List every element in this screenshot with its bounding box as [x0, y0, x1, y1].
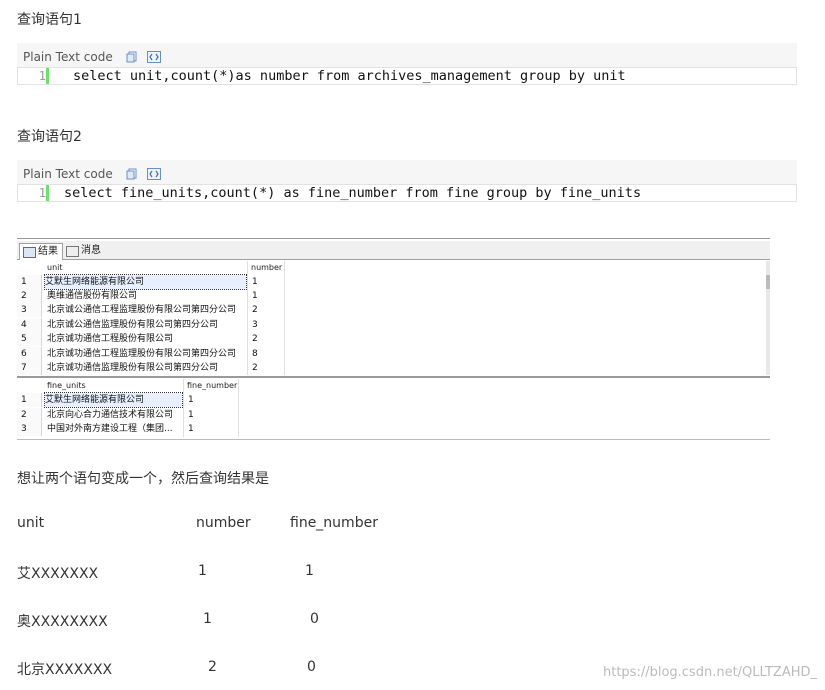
code-toolbar: Plain Text code — [23, 165, 161, 183]
row-number: 4 — [17, 318, 42, 332]
cell-unit[interactable]: 艾默生网络能源有限公司 — [44, 274, 247, 290]
column-header-number: number — [251, 263, 283, 272]
code-line: 1 select unit,count(*)as number from arc… — [17, 67, 797, 85]
table-row[interactable]: 5 北京诚功通信工程股份有限公司 2 — [17, 332, 287, 346]
result-header-fine-number: fine_number — [290, 515, 378, 531]
table-row[interactable]: 1 艾默生网络能源有限公司 1 — [17, 392, 242, 408]
cell-fine-units[interactable]: 艾默生网络能源有限公司 — [44, 392, 183, 408]
result-cell-fine-number: 0 — [310, 611, 319, 627]
row-number: 2 — [17, 289, 42, 303]
cell-unit[interactable]: 北京诚公通信监理股份有限公司第四分公司 — [47, 318, 218, 332]
result-cell-number: 1 — [198, 563, 207, 579]
vertical-scrollbar[interactable] — [766, 261, 770, 375]
cell-unit[interactable]: 北京诚功通信工程股份有限公司 — [47, 332, 173, 346]
scrollbar-thumb[interactable] — [766, 275, 770, 289]
cell-unit[interactable]: 北京诚功通信工程监理股份有限公司第四分公司 — [47, 347, 236, 361]
tab-results[interactable]: 结果 — [19, 243, 63, 260]
table-row[interactable]: 2 北京向心合力通信技术有限公司 1 — [17, 408, 242, 422]
row-number: 7 — [17, 361, 42, 375]
code-line: 1 select fine_units,count(*) as fine_num… — [17, 184, 797, 202]
result-cell-fine-number: 0 — [307, 659, 316, 675]
copy-icon[interactable] — [126, 168, 138, 180]
column-header-fine-number: fine_number — [187, 381, 238, 390]
result-header-unit: unit — [17, 515, 45, 531]
table-row[interactable]: 6 北京诚功通信工程监理股份有限公司第四分公司 8 — [17, 347, 287, 361]
result-header-number: number — [196, 515, 251, 531]
result-cell-unit: 艾XXXXXXX — [17, 566, 99, 582]
table-row[interactable]: 2 奥维通信股份有限公司 1 — [17, 289, 287, 303]
cell-fine-number[interactable]: 1 — [188, 393, 194, 407]
cell-unit[interactable]: 奥维通信股份有限公司 — [47, 289, 137, 303]
code-lang-label: Plain Text code — [23, 50, 113, 64]
cell-number[interactable]: 1 — [252, 275, 258, 289]
heading-query-2: 查询语句2 — [17, 129, 82, 145]
cell-number[interactable]: 2 — [252, 303, 258, 317]
message-icon — [66, 246, 79, 257]
row-number: 1 — [17, 275, 42, 289]
code-text[interactable]: select fine_units,count(*) as fine_numbe… — [64, 185, 641, 201]
grid-splitter[interactable] — [17, 376, 770, 378]
cell-unit[interactable]: 北京诚公通信工程监理股份有限公司第四分公司 — [47, 303, 236, 317]
row-number: 3 — [17, 422, 42, 436]
cell-number[interactable]: 8 — [252, 347, 258, 361]
cell-number[interactable]: 2 — [252, 361, 258, 375]
query-results-screenshot: 结果 消息 unit number 1 艾默生网络能源有限公司 1 2 奥维通信… — [17, 238, 770, 440]
result-cell-unit: 北京XXXXXXX — [17, 662, 113, 678]
cell-unit[interactable]: 北京诚功通信监理股份有限公司第四分公司 — [47, 361, 218, 375]
table-row[interactable]: 4 北京诚公通信监理股份有限公司第四分公司 3 — [17, 318, 287, 332]
cell-number[interactable]: 1 — [252, 289, 258, 303]
result-cell-fine-number: 1 — [305, 563, 314, 579]
table-row[interactable]: 7 北京诚功通信监理股份有限公司第四分公司 2 — [17, 361, 287, 375]
table-row[interactable]: 3 中国对外南方建设工程（集团... 1 — [17, 422, 242, 436]
results-grid-2: fine_units fine_number 1 艾默生网络能源有限公司 1 2… — [17, 379, 770, 437]
column-header-fine-units: fine_units — [47, 381, 86, 390]
result-cell-number: 1 — [203, 611, 212, 627]
row-number: 1 — [17, 393, 42, 407]
results-tab-bar: 结果 消息 — [17, 241, 770, 260]
tab-results-label: 结果 — [38, 246, 58, 257]
grid-icon — [23, 247, 36, 258]
row-number: 5 — [17, 332, 42, 346]
cell-fine-number[interactable]: 1 — [188, 422, 194, 436]
tab-messages-label: 消息 — [81, 245, 101, 256]
tab-messages[interactable]: 消息 — [63, 243, 105, 259]
line-number: 1 — [18, 68, 49, 84]
cell-fine-number[interactable]: 1 — [188, 408, 194, 422]
copy-icon[interactable] — [126, 51, 138, 63]
row-number: 3 — [17, 303, 42, 317]
code-toolbar: Plain Text code — [23, 48, 161, 66]
cell-fine-units[interactable]: 北京向心合力通信技术有限公司 — [47, 408, 173, 422]
view-source-icon[interactable] — [146, 168, 161, 180]
code-block-1: Plain Text code 1 select unit,count(*)as… — [17, 43, 797, 85]
line-number: 1 — [18, 185, 49, 201]
code-text[interactable]: select unit,count(*)as number from archi… — [73, 68, 626, 84]
heading-query-1: 查询语句1 — [17, 12, 82, 28]
table-row[interactable]: 1 艾默生网络能源有限公司 1 — [17, 274, 287, 290]
row-number: 2 — [17, 408, 42, 422]
question-text: 想让两个语句变成一个，然后查询结果是 — [17, 471, 269, 487]
cell-fine-units[interactable]: 中国对外南方建设工程（集团... — [47, 422, 173, 436]
table-row[interactable]: 3 北京诚公通信工程监理股份有限公司第四分公司 2 — [17, 303, 287, 317]
cell-number[interactable]: 2 — [252, 332, 258, 346]
watermark: https://blog.csdn.net/QLLTZAHD_ — [602, 665, 817, 680]
result-cell-unit: 奥XXXXXXXX — [17, 614, 108, 630]
column-header-unit: unit — [47, 263, 63, 272]
cell-number[interactable]: 3 — [252, 318, 258, 332]
code-block-2: Plain Text code 1 select fine_units,coun… — [17, 160, 797, 202]
results-grid-1: unit number 1 艾默生网络能源有限公司 1 2 奥维通信股份有限公司… — [17, 261, 770, 375]
code-lang-label: Plain Text code — [23, 167, 113, 181]
view-source-icon[interactable] — [146, 51, 161, 63]
result-cell-number: 2 — [208, 659, 217, 675]
row-number: 6 — [17, 347, 42, 361]
